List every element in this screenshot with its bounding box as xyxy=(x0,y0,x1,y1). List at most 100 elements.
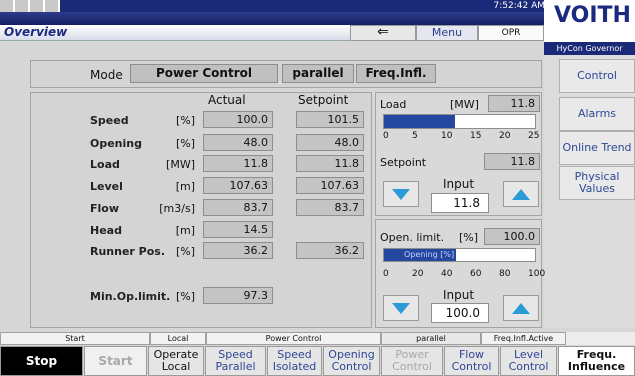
tick-label: 0 xyxy=(383,269,389,279)
load-increase-button[interactable] xyxy=(503,181,539,207)
tick-label: 20 xyxy=(412,269,424,279)
status-parallel: parallel xyxy=(381,332,481,345)
row-unit-runner-pos: [%] xyxy=(175,245,195,258)
row-unit-head: [m] xyxy=(175,224,195,237)
tick-label: 60 xyxy=(470,269,482,279)
status-local: Local xyxy=(150,332,206,345)
tick-label: 0 xyxy=(383,131,389,141)
frequ-influence-button[interactable]: Frequ. Influence xyxy=(558,346,635,376)
sidebar-item-online-trend[interactable]: Online Trend xyxy=(559,131,635,165)
load-unit: [MW] xyxy=(450,98,479,111)
status-start: Start xyxy=(0,332,150,345)
row-label-head: Head xyxy=(90,224,122,237)
clock: 7:52:42 AM xyxy=(493,1,545,11)
load-ticks: 0 5 10 15 20 25 xyxy=(383,131,539,143)
operate-local-button[interactable]: Operate Local xyxy=(148,346,204,376)
tick-label: 10 xyxy=(441,131,453,141)
open-increase-button[interactable] xyxy=(503,295,539,321)
level-control-button[interactable]: Level Control xyxy=(500,346,557,376)
actual-head: 14.5 xyxy=(203,221,273,238)
window-button-3[interactable] xyxy=(30,0,44,12)
speed-parallel-button[interactable]: Speed Parallel xyxy=(205,346,266,376)
actual-load: 11.8 xyxy=(203,155,273,172)
row-unit-level: [m] xyxy=(175,180,195,193)
sidebar-item-physical-values[interactable]: Physical Values xyxy=(559,166,635,200)
mode-freq-value: Freq.Infl. xyxy=(356,64,436,83)
header-band xyxy=(60,0,544,12)
open-decrease-button[interactable] xyxy=(383,295,419,321)
row-unit-min-op-limit: [%] xyxy=(175,290,195,303)
arrow-down-icon xyxy=(392,189,410,200)
setpoint-flow: 83.7 xyxy=(296,199,364,216)
row-label-opening: Opening xyxy=(90,137,142,150)
row-unit-load: [MW] xyxy=(166,158,195,171)
actual-speed: 100.0 xyxy=(203,111,273,128)
tick-label: 40 xyxy=(441,269,453,279)
speed-isolated-button[interactable]: Speed Isolated xyxy=(267,346,322,376)
load-value: 11.8 xyxy=(488,95,540,112)
power-control-button[interactable]: Power Control xyxy=(381,346,443,376)
open-input-field[interactable]: 100.0 xyxy=(431,303,489,323)
load-decrease-button[interactable] xyxy=(383,181,419,207)
sidebar-item-alarms[interactable]: Alarms xyxy=(559,97,635,131)
status-power-control: Power Control xyxy=(206,332,381,345)
load-bar xyxy=(383,114,536,129)
setpoint-level: 107.63 xyxy=(296,177,364,194)
tick-label: 80 xyxy=(499,269,511,279)
row-label-level: Level xyxy=(90,180,123,193)
mode-label: Mode xyxy=(90,68,123,82)
actual-level: 107.63 xyxy=(203,177,273,194)
open-limit-unit: [%] xyxy=(459,231,479,244)
mode-parallel-value: parallel xyxy=(282,64,354,83)
mode-control-value: Power Control xyxy=(130,64,278,83)
load-input-label: Input xyxy=(443,177,475,191)
min-op-limit-value: 97.3 xyxy=(203,287,273,304)
tick-label: 100 xyxy=(528,269,546,279)
voith-logo: VOITH xyxy=(554,3,631,28)
load-label: Load xyxy=(380,98,407,111)
column-header-actual: Actual xyxy=(208,93,246,107)
back-button[interactable]: ⇐ xyxy=(350,25,416,41)
opening-ticks: 0 20 40 60 80 100 xyxy=(383,269,545,281)
arrow-down-icon xyxy=(392,303,410,314)
window-button-2[interactable] xyxy=(15,0,29,12)
operator-level: OPR xyxy=(478,25,544,41)
tick-label: 5 xyxy=(412,131,418,141)
row-label-load: Load xyxy=(90,158,120,171)
actual-flow: 83.7 xyxy=(203,199,273,216)
actual-opening: 48.0 xyxy=(203,134,273,151)
opening-bar: Opening [%] xyxy=(383,248,536,262)
open-limit-label: Open. limit. xyxy=(380,231,445,244)
menu-button[interactable]: Menu xyxy=(416,25,478,41)
setpoint-opening: 48.0 xyxy=(296,134,364,151)
arrow-up-icon xyxy=(512,189,530,200)
setpoint-load: 11.8 xyxy=(296,155,364,172)
start-button[interactable]: Start xyxy=(84,346,147,376)
window-button-1[interactable] xyxy=(0,0,14,12)
tick-label: 15 xyxy=(470,131,482,141)
flow-control-button[interactable]: Flow Control xyxy=(444,346,499,376)
row-label-flow: Flow xyxy=(90,202,120,215)
sidebar-item-control[interactable]: Control xyxy=(559,59,635,93)
row-unit-speed: [%] xyxy=(175,114,195,127)
row-unit-flow: [m3/s] xyxy=(159,202,195,215)
window-button-4[interactable] xyxy=(45,0,59,12)
back-arrow-icon: ⇐ xyxy=(377,24,389,40)
load-setpoint-value: 11.8 xyxy=(484,153,540,170)
load-input-field[interactable]: 11.8 xyxy=(431,193,489,213)
open-input-label: Input xyxy=(443,288,475,302)
opening-bar-fill: Opening [%] xyxy=(384,249,457,261)
actual-runner-pos: 36.2 xyxy=(203,242,273,259)
setpoint-speed: 101.5 xyxy=(296,111,364,128)
status-freq-infl-active: Freq.Infl.Active xyxy=(481,332,566,345)
arrow-up-icon xyxy=(512,303,530,314)
column-header-setpoint: Setpoint xyxy=(298,93,349,107)
stop-button[interactable]: Stop xyxy=(0,346,83,376)
setpoint-runner-pos: 36.2 xyxy=(296,242,364,259)
opening-control-button[interactable]: Opening Control xyxy=(323,346,380,376)
page-title: Overview xyxy=(4,25,68,39)
setpoint-label: Setpoint xyxy=(380,156,427,169)
tick-label: 20 xyxy=(499,131,511,141)
row-label-speed: Speed xyxy=(90,114,129,127)
header-band-lower xyxy=(0,12,544,25)
